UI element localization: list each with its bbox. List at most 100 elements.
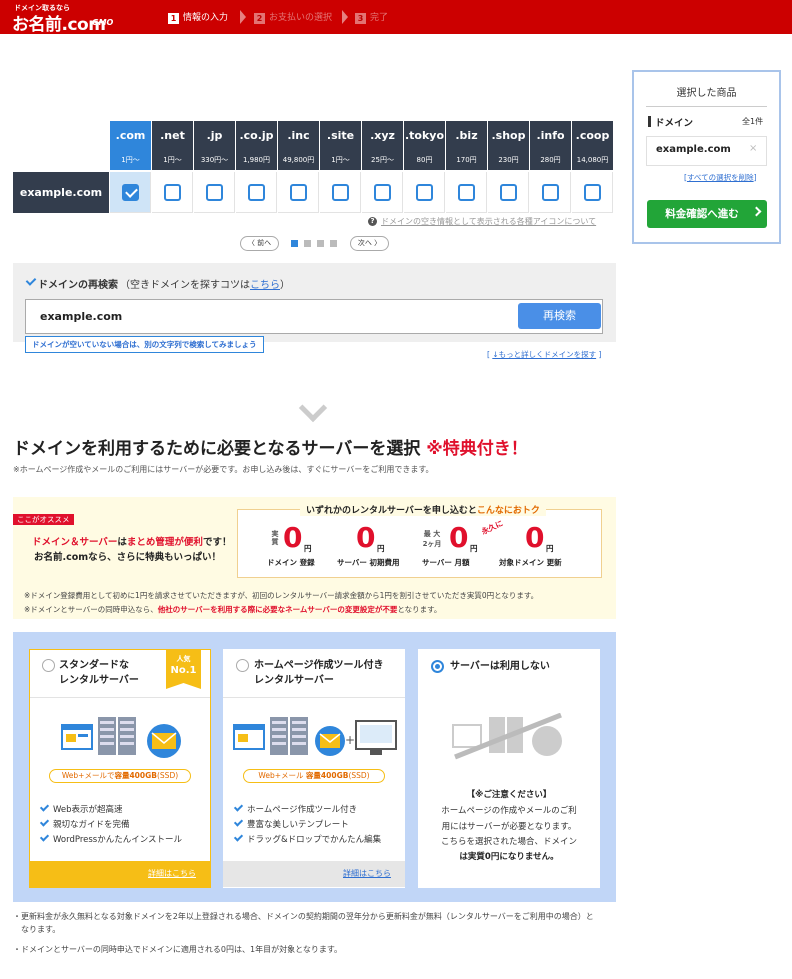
tld-checkbox[interactable] — [416, 184, 433, 201]
tld-checkbox[interactable] — [248, 184, 265, 201]
step-1-label: 情報の入力 — [183, 13, 229, 23]
tld-checkbox[interactable] — [206, 184, 223, 201]
benefit-1-caption: ドメイン 登録 — [267, 558, 315, 567]
popular-badge: 人気 No.1 — [166, 649, 201, 689]
benefit-1-unit: 円 — [304, 544, 312, 553]
next-page-button[interactable]: 次へ 〉 — [350, 236, 389, 251]
benefit-3-prefix: 最 大 — [423, 530, 441, 538]
promo-benefits-heading: いずれかのレンタルサーバーを申し込むとこんなにおトク — [300, 503, 546, 516]
tld-checkbox[interactable] — [458, 184, 475, 201]
tld-header: .shop — [488, 121, 529, 151]
benefit-3-unit: 円 — [470, 544, 478, 553]
plan-homepage-detail-link[interactable]: 詳細はこちら — [343, 868, 391, 879]
tld-header: .coop — [572, 121, 613, 151]
tld-price: 1,980円 — [236, 151, 277, 170]
benefit-2-caption: サーバー 初期費用 — [337, 558, 400, 567]
tld-checkbox[interactable] — [164, 184, 181, 201]
footnote-1: ・更新料金が永久無料となる対象ドメインを2年以上登録される場合、ドメインの契約期… — [13, 912, 594, 921]
step-3: 3 完了 — [355, 10, 388, 24]
research-button[interactable]: 再検索 — [518, 303, 601, 329]
plan-standard-title-1: スタンダードな — [59, 660, 129, 671]
tld-cell[interactable] — [530, 172, 571, 213]
research-tips-link[interactable]: こちら — [250, 280, 280, 291]
tld-price: 280円 — [530, 151, 571, 170]
footnote-2: ・ドメインとサーバーの同時申込でドメインに適用される0円は、1年目が対象となりま… — [13, 945, 343, 954]
side-panel-title: 選択した商品 — [676, 88, 737, 99]
confirm-price-button[interactable]: 料金確認へ進む — [647, 200, 767, 228]
server-section-heading: ドメインを利用するために必要となるサーバーを選択 ※特典付き！ — [13, 439, 528, 459]
tld-checkbox[interactable] — [374, 184, 391, 201]
tld-checkbox[interactable] — [584, 184, 601, 201]
step-arrow-icon — [240, 8, 248, 26]
benefit-3-prefix2: 2ヶ月 — [422, 540, 442, 548]
benefit-2-unit: 円 — [377, 544, 385, 553]
no-server-body-3: こちらを選択された場合、ドメイン — [440, 837, 577, 847]
tld-cell[interactable] — [362, 172, 403, 213]
plan-standard-radio[interactable] — [42, 659, 55, 672]
tld-cell[interactable] — [572, 172, 613, 213]
no-server-body-4: は実質0円になりません。 — [459, 852, 559, 862]
tld-checkbox[interactable] — [542, 184, 559, 201]
page-dot-1[interactable] — [291, 240, 298, 247]
step-arrow-icon — [342, 8, 350, 26]
research-tip: ドメインが空いていない場合は、別の文字列で検索してみましょう — [25, 336, 264, 353]
tld-price: 330円〜 — [194, 151, 235, 170]
benefit-4-unit: 円 — [546, 544, 554, 553]
page-dot-2[interactable] — [304, 240, 311, 247]
tld-cell[interactable] — [446, 172, 487, 213]
chevron-down-icon — [298, 393, 328, 423]
plan-standard-feature: 親切なガイドを完備 — [40, 818, 130, 830]
tld-checkbox[interactable] — [500, 184, 517, 201]
promo-note-2: ※ドメインとサーバーの同時申込なら、他社のサーバーを利用する際に必要なネームサー… — [24, 605, 442, 614]
tld-checkbox[interactable] — [122, 184, 139, 201]
tld-cell[interactable] — [320, 172, 361, 213]
benefit-1-value: 0 — [283, 521, 303, 554]
server-mail-illustration-icon — [61, 717, 181, 758]
tld-cell[interactable] — [488, 172, 529, 213]
page-dot-3[interactable] — [317, 240, 324, 247]
tld-cell[interactable] — [278, 172, 319, 213]
step-3-label: 完了 — [370, 13, 389, 23]
tld-price: 170円 — [446, 151, 487, 170]
tld-header: .xyz — [362, 121, 403, 151]
tld-cell[interactable] — [152, 172, 193, 213]
tld-header: .com — [110, 121, 151, 151]
tld-cell[interactable] — [236, 172, 277, 213]
tld-header: .jp — [194, 121, 235, 151]
recommend-tag: ここがオススメ — [13, 514, 74, 525]
side-item-count: 全1件 — [742, 117, 764, 126]
tld-header: .inc — [278, 121, 319, 151]
plan-homepage-title-1: ホームページ作成ツール付き — [254, 660, 384, 671]
promo-note-1: ※ドメイン登録費用として初めに1円を請求させていただきますが、初回のレンタルサー… — [24, 591, 539, 600]
gmo-logo: GMO — [92, 18, 114, 27]
clear-all-link[interactable]: [すべての選択を削除] — [684, 172, 757, 183]
divider — [30, 697, 210, 698]
remove-icon[interactable]: × — [749, 143, 757, 154]
domain-search-input[interactable] — [25, 299, 603, 334]
tld-cell[interactable] — [194, 172, 235, 213]
server-disabled-illustration-icon — [452, 713, 562, 760]
plan-standard-detail-link[interactable]: 詳細はこちら — [148, 868, 196, 879]
server-section-note: ※ホームページ作成やメールのご利用にはサーバーが必要です。お申し込み後は、すぐに… — [13, 465, 434, 474]
tld-header: .biz — [446, 121, 487, 151]
tld-price: 1円〜 — [110, 151, 151, 170]
page-dot-4[interactable] — [330, 240, 337, 247]
icon-help-link[interactable]: ドメインの空き情報として表示される各種アイコンについて — [381, 216, 596, 227]
tld-cell[interactable] — [404, 172, 445, 213]
top-header: ドメイン取るなら お名前.com GMO — [0, 0, 792, 35]
tld-checkbox[interactable] — [290, 184, 307, 201]
plan-homepage-radio[interactable] — [236, 659, 249, 672]
tld-header: .co.jp — [236, 121, 277, 151]
promo-subheadline: お名前.comなら、さらに特典もいっぱい！ — [34, 552, 221, 563]
tld-price: 49,800円 — [278, 151, 319, 170]
more-search-link[interactable]: [ ↓もっと詳しくドメインを探す ] — [487, 349, 601, 360]
benefit-4-value: 0 — [525, 521, 545, 554]
no-server-body-2: 用にはサーバーが必要となります。 — [441, 822, 577, 832]
tld-cell[interactable] — [110, 172, 151, 213]
tld-header: .tokyo — [404, 121, 445, 151]
plan-no-server-radio[interactable] — [431, 660, 444, 673]
tld-price: 1円〜 — [320, 151, 361, 170]
tld-checkbox[interactable] — [332, 184, 349, 201]
question-icon: ? — [368, 217, 377, 226]
prev-page-button[interactable]: 〈 前へ — [240, 236, 279, 251]
